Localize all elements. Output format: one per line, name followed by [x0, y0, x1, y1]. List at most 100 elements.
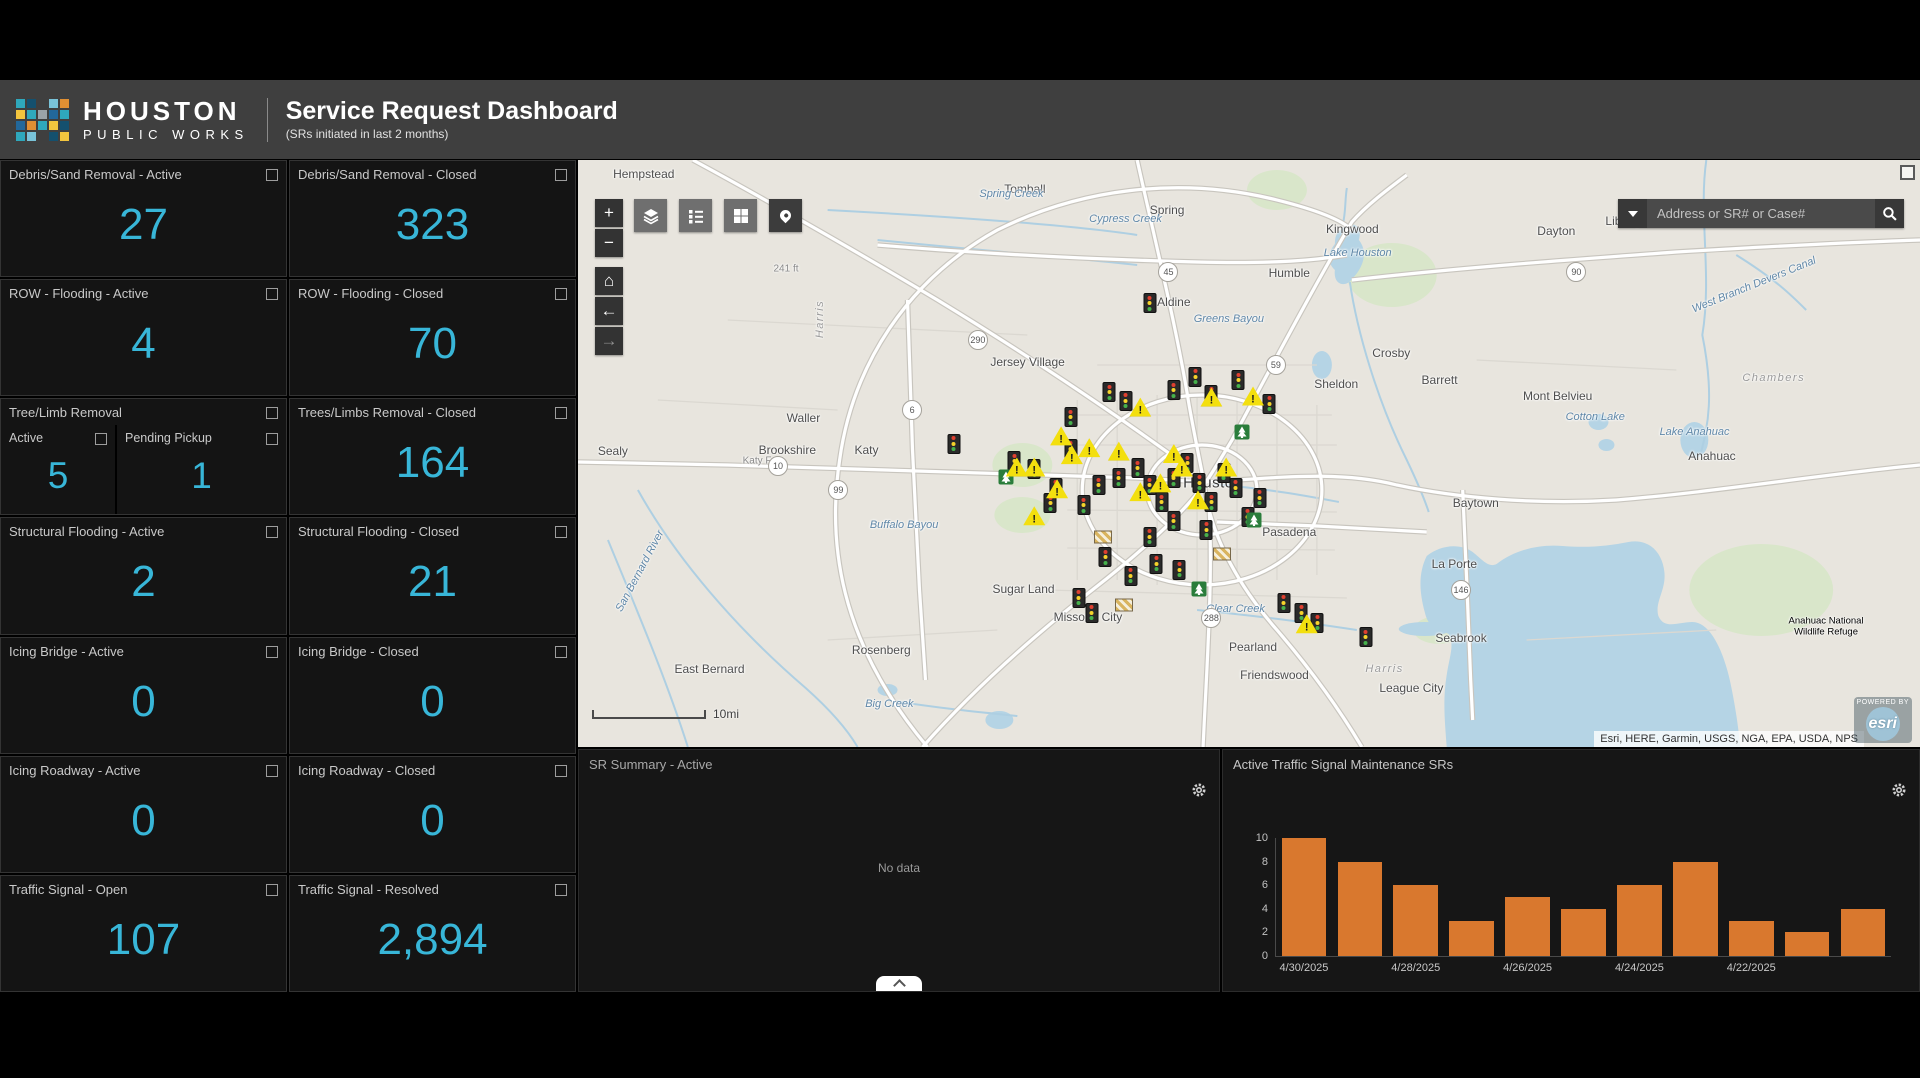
forward-extent-button[interactable]: → — [595, 327, 623, 355]
traffic-signal-marker[interactable] — [1143, 293, 1157, 314]
traffic-signal-marker[interactable] — [1102, 382, 1116, 403]
traffic-signal-marker[interactable] — [1167, 511, 1181, 531]
traffic-signal-marker[interactable] — [1231, 370, 1245, 391]
search-button[interactable] — [1875, 199, 1904, 228]
chart-bar[interactable] — [1337, 861, 1383, 956]
traffic-signal-marker[interactable] — [947, 433, 961, 454]
expand-icon[interactable] — [266, 645, 278, 658]
traffic-signal-marker[interactable] — [1167, 380, 1181, 401]
expand-icon[interactable] — [266, 764, 278, 777]
zoom-out-button[interactable]: − — [595, 229, 623, 257]
traffic-signal-marker[interactable] — [1188, 366, 1202, 387]
traffic-signal-marker[interactable] — [1124, 565, 1138, 586]
signal-chart-settings-button[interactable] — [1891, 782, 1907, 803]
construction-marker[interactable] — [1115, 598, 1134, 612]
expand-icon[interactable] — [555, 764, 567, 777]
zoom-in-button[interactable]: + — [595, 199, 623, 227]
search-input[interactable] — [1647, 199, 1875, 228]
traffic-signal-marker[interactable] — [1149, 553, 1163, 574]
warning-marker[interactable]: ! — [1050, 426, 1073, 446]
expand-icon[interactable] — [266, 288, 278, 301]
expand-icon[interactable] — [266, 407, 278, 420]
layers-button[interactable] — [634, 199, 667, 232]
traffic-signal-marker[interactable] — [1229, 477, 1243, 498]
chart-bar[interactable] — [1561, 908, 1606, 956]
traffic-signal-marker[interactable] — [1253, 487, 1267, 508]
traffic-signal-marker[interactable] — [1277, 592, 1291, 613]
chart-bar[interactable] — [1784, 932, 1830, 956]
warning-marker[interactable]: ! — [1242, 386, 1265, 406]
traffic-signal-marker[interactable] — [1199, 519, 1213, 540]
chart-bar[interactable] — [1672, 861, 1718, 956]
chart-bar[interactable] — [1505, 897, 1550, 956]
stat-card-title: Icing Bridge - Active — [9, 643, 124, 659]
signal-chart-title: Active Traffic Signal Maintenance SRs — [1233, 757, 1454, 772]
warning-marker[interactable]: ! — [1023, 506, 1046, 526]
stat-card-title: Debris/Sand Removal - Closed — [298, 167, 477, 182]
construction-marker[interactable] — [1093, 530, 1112, 544]
tree-marker[interactable] — [1234, 424, 1250, 440]
warning-marker[interactable]: ! — [1129, 397, 1152, 417]
traffic-signal-marker[interactable] — [1359, 627, 1373, 648]
warning-marker[interactable]: ! — [1023, 457, 1046, 477]
traffic-signal-marker[interactable] — [1077, 495, 1091, 516]
warning-marker[interactable]: ! — [1107, 441, 1130, 461]
y-axis-tick-label: 4 — [1261, 902, 1268, 915]
expand-icon[interactable] — [555, 526, 567, 539]
stat-value: 70 — [408, 319, 457, 369]
traffic-signal-marker[interactable] — [1262, 393, 1276, 414]
expand-icon[interactable] — [555, 288, 567, 301]
basemap-button[interactable] — [724, 199, 757, 232]
traffic-signal-marker[interactable] — [1172, 559, 1186, 580]
warning-marker[interactable]: ! — [1078, 438, 1101, 458]
expand-icon[interactable] — [266, 526, 278, 539]
map-expand-icon[interactable] — [1900, 165, 1915, 180]
x-axis-tick-label: 4/24/2025 — [1614, 962, 1664, 974]
back-extent-button[interactable]: ← — [595, 297, 623, 325]
stats-grid: Debris/Sand Removal - Active 27 Debris/San… — [0, 160, 576, 992]
expand-icon[interactable] — [555, 883, 567, 896]
chart-bar[interactable] — [1449, 920, 1495, 956]
chart-bar[interactable] — [1728, 920, 1774, 956]
stat-card-title: Structural Flooding - Active — [9, 524, 165, 540]
traffic-signal-marker[interactable] — [1085, 602, 1099, 623]
traffic-signal-marker[interactable] — [1092, 475, 1106, 496]
legend-button[interactable] — [679, 199, 712, 232]
search-source-dropdown[interactable] — [1618, 199, 1647, 228]
expand-icon[interactable] — [555, 645, 567, 658]
stat-card-title: Pending Pickup — [125, 431, 212, 446]
expand-icon[interactable] — [95, 433, 107, 446]
expand-icon[interactable] — [555, 407, 567, 420]
traffic-signal-marker[interactable] — [1119, 390, 1133, 411]
traffic-signal-marker[interactable] — [1131, 458, 1145, 479]
sr-summary-settings-button[interactable] — [1191, 782, 1207, 803]
construction-marker[interactable] — [1213, 547, 1232, 561]
expand-icon[interactable] — [555, 169, 567, 181]
traffic-signal-marker[interactable] — [1064, 407, 1077, 428]
search-icon — [1883, 207, 1897, 221]
pin-tool-button[interactable] — [769, 199, 802, 232]
panel-collapse-handle[interactable] — [876, 976, 922, 992]
header-bar: HOUSTON PUBLIC WORKS Service Request Das… — [0, 80, 1920, 159]
layers-icon — [643, 208, 658, 224]
traffic-signal-marker[interactable] — [1098, 547, 1112, 568]
expand-icon[interactable] — [266, 433, 278, 446]
expand-icon[interactable] — [266, 883, 278, 896]
traffic-signal-marker[interactable] — [1155, 492, 1169, 513]
map-panel[interactable]: Houston Tomball Spring Kingwood Humble Aldine… — [578, 160, 1920, 747]
chart-bar[interactable] — [1840, 908, 1886, 956]
traffic-signal-marker[interactable] — [1072, 587, 1086, 608]
x-axis-tick-label: 4/30/2025 — [1279, 962, 1329, 974]
traffic-signal-marker[interactable] — [1112, 468, 1126, 489]
home-button[interactable]: ⌂ — [595, 267, 623, 295]
tree-marker[interactable] — [1246, 512, 1262, 528]
traffic-signal-marker[interactable] — [1143, 526, 1157, 547]
tree-marker[interactable] — [1191, 581, 1207, 597]
stat-sub-card: Pending Pickup 1 — [117, 425, 286, 515]
warning-marker[interactable]: ! — [1200, 387, 1223, 407]
chart-bar[interactable] — [1281, 838, 1327, 956]
chart-bar[interactable] — [1393, 885, 1439, 956]
traffic-signal-marker[interactable] — [1192, 472, 1206, 493]
chart-bar[interactable] — [1617, 885, 1662, 956]
expand-icon[interactable] — [266, 169, 278, 181]
